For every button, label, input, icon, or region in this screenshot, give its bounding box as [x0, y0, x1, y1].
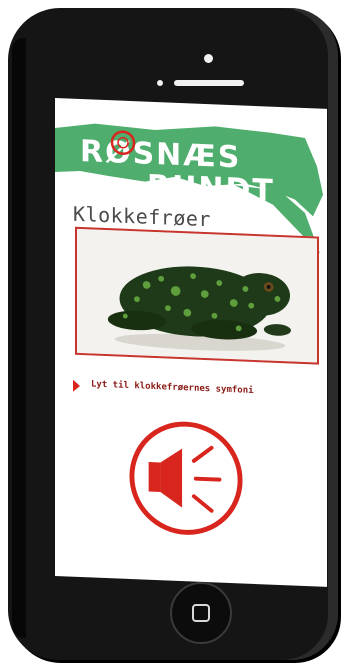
earpiece-speaker	[174, 80, 244, 86]
toad-photo	[75, 226, 319, 365]
home-square-icon	[192, 604, 210, 622]
front-camera	[204, 54, 213, 63]
listen-link[interactable]: Lyt til klokkefrøernes symfoni	[91, 379, 254, 396]
listen-row[interactable]: Lyt til klokkefrøernes symfoni	[73, 379, 323, 403]
sound-button-ring	[129, 421, 243, 535]
proximity-sensor	[157, 80, 163, 86]
play-sound-button[interactable]	[127, 417, 245, 540]
home-button[interactable]	[170, 582, 232, 644]
banner-line2: RUNDT	[147, 169, 275, 209]
app-screen: RØSNÆS RUNDT Klokkefrøer Lyt til klokkef…	[55, 98, 327, 587]
phone-side	[12, 38, 26, 638]
play-arrow-icon[interactable]	[73, 379, 80, 393]
